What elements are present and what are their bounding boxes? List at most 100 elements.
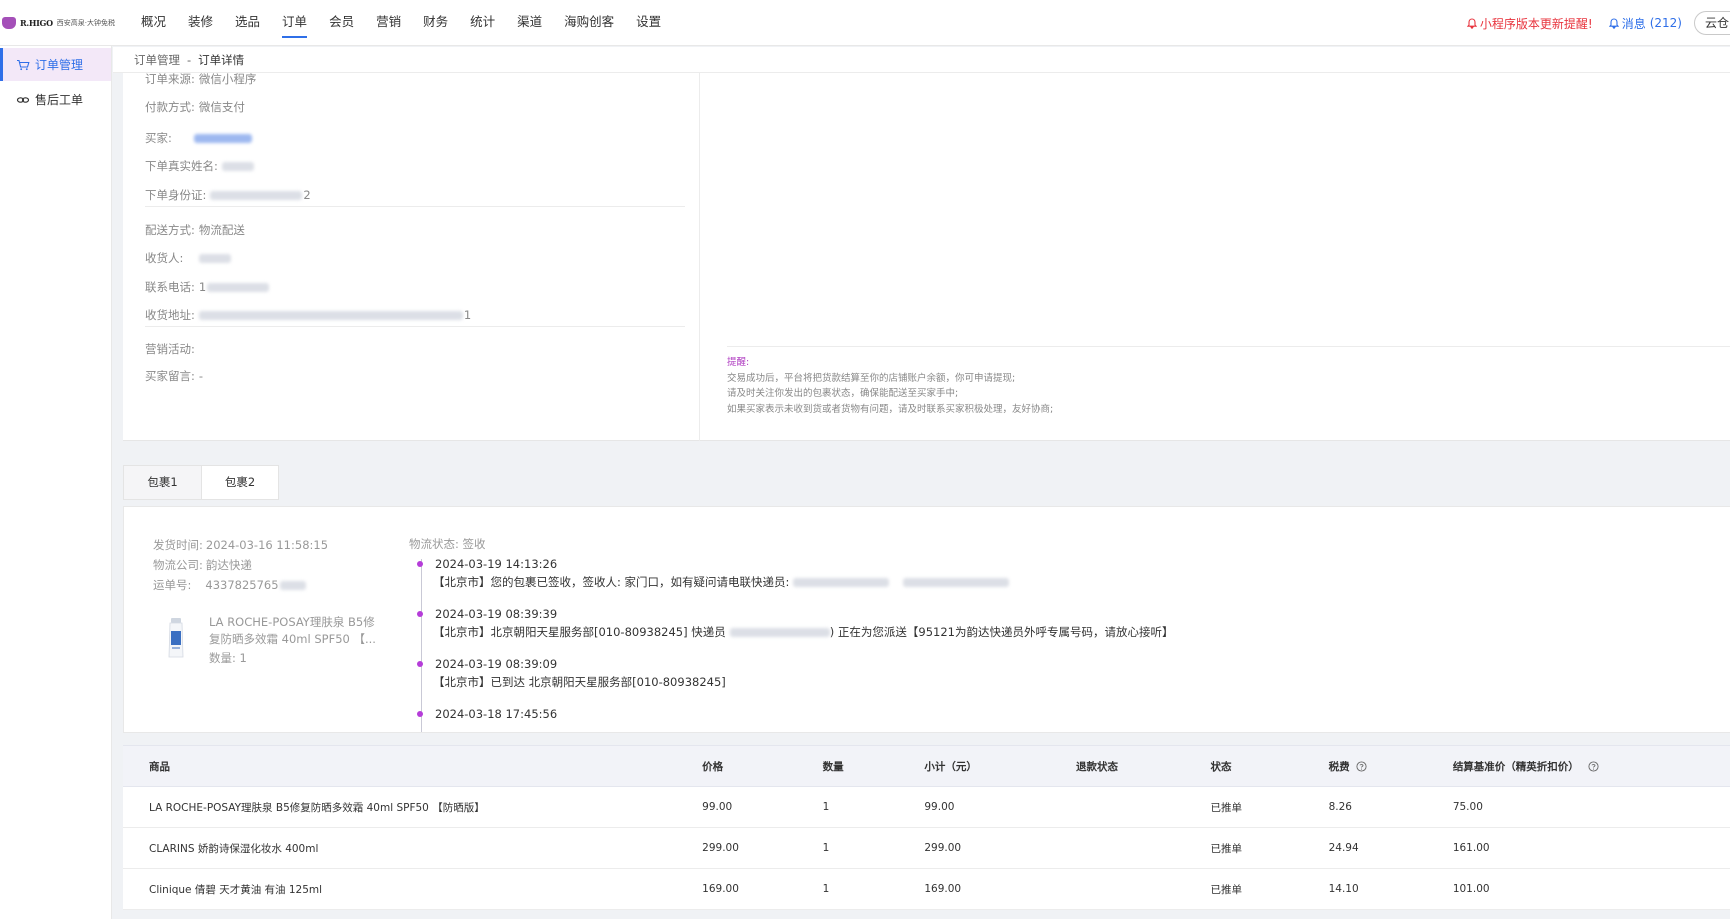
address-label: 收货地址: <box>145 308 195 322</box>
cell-price: 299.00 <box>702 827 823 869</box>
breadcrumb-parent[interactable]: 订单管理 <box>134 52 180 68</box>
timeline-event-time: 2024-03-19 08:39:39 <box>435 607 558 621</box>
logistics-company-label: 物流公司: <box>153 558 203 572</box>
cell-settlement-price: 75.00 <box>1452 786 1730 828</box>
timeline-event-text-tail: ) 正在为您派送【95121为韵达快递员外呼专属号码，请放心接听】 <box>829 625 1174 639</box>
payment-method-value: 微信支付 <box>198 100 245 114</box>
nav-item-creators[interactable]: 海购创客 <box>553 0 625 46</box>
help-icon[interactable] <box>1356 760 1367 772</box>
id-card-row: 下单身份证: 2 <box>145 187 311 203</box>
cell-status: 已推单 <box>1210 827 1329 869</box>
payment-method-row: 付款方式: 微信支付 <box>145 99 245 115</box>
address-tail: 1 <box>463 308 472 322</box>
nav-item-finance[interactable]: 财务 <box>412 0 459 46</box>
cell-status: 已推单 <box>1210 786 1329 828</box>
update-alert-link[interactable]: 小程序版本更新提醒! <box>1466 15 1593 32</box>
delivery-method-label: 配送方式: <box>145 223 195 237</box>
nav-item-marketing[interactable]: 营销 <box>365 0 412 46</box>
timeline-event-text-row: 【北京市】已到达 北京朝阳天星服务部[010-80938245] <box>433 674 726 690</box>
cell-refund-status <box>1076 786 1211 828</box>
column-header-settlement-label: 结算基准价（精英折扣价） <box>1452 760 1579 773</box>
address-redacted <box>198 310 463 320</box>
cell-price: 99.00 <box>702 786 823 828</box>
info-divider <box>145 326 685 327</box>
sidebar-item-after-sales[interactable]: 售后工单 <box>0 83 111 116</box>
nav-item-overview[interactable]: 概况 <box>130 0 177 46</box>
cell-subtotal: 99.00 <box>924 786 1077 828</box>
id-card-redacted <box>210 190 303 200</box>
buyer-row: 买家: <box>145 130 252 146</box>
nav-item-orders[interactable]: 订单 <box>271 0 318 46</box>
header-actions: 小程序版本更新提醒! 消息 (212) 云仓 <box>1466 0 1730 46</box>
messages-link[interactable]: 消息 (212) <box>1608 15 1682 32</box>
nav-item-members[interactable]: 会员 <box>318 0 365 46</box>
column-header-price: 价格 <box>702 745 823 787</box>
brand-logo[interactable]: R.HIGO 西安高泉·大钟免税 <box>0 16 130 29</box>
nav-item-decoration[interactable]: 装修 <box>177 0 224 46</box>
timeline-event-text-row: 【北京市】北京朝阳天星服务部[010-80938245] 快递员 ) 正在为您派… <box>433 624 1174 640</box>
package-product-quantity: 数量: 1 <box>209 651 247 665</box>
tab-package-2[interactable]: 包裹2 <box>201 466 278 499</box>
real-name-row: 下单真实姓名: <box>145 158 254 174</box>
order-source-row: 订单来源: 微信小程序 <box>145 71 256 87</box>
timeline-event-text: 【北京市】已到达 北京朝阳天星服务部[010-80938245] <box>433 675 726 689</box>
phone-head: 1 <box>198 280 207 294</box>
timeline-dot <box>417 611 423 617</box>
nav-item-channels[interactable]: 渠道 <box>506 0 553 46</box>
cell-quantity: 1 <box>822 786 925 828</box>
cell-settlement-price: 101.00 <box>1452 868 1730 910</box>
cell-product[interactable]: CLARINS 娇韵诗保湿化妆水 400ml <box>123 827 703 869</box>
logistics-company-row: 物流公司: 韵达快递 <box>153 557 252 573</box>
table-header-row: 商品 价格 数量 小计（元） 退款状态 状态 税费 结算基准价（精英折扣价） <box>123 745 1730 787</box>
cell-tax: 14.10 <box>1328 868 1453 910</box>
delivery-method-value: 物流配送 <box>198 223 245 237</box>
receiver-row: 收货人: <box>145 250 232 266</box>
breadcrumb-current: 订单详情 <box>198 52 245 67</box>
cell-price: 169.00 <box>702 868 823 910</box>
tab-package-1[interactable]: 包裹1 <box>124 466 201 499</box>
nav-item-settings[interactable]: 设置 <box>625 0 672 46</box>
reminder-line: 请及时关注你发出的包裹状态，确保能配送至买家手中; <box>727 388 959 399</box>
real-name-label: 下单真实姓名: <box>145 159 218 173</box>
buyer-message-label: 买家留言: <box>145 369 195 383</box>
bell-icon <box>1466 17 1477 29</box>
sidebar-item-label: 订单管理 <box>35 58 84 72</box>
order-goods-table: 商品 价格 数量 小计（元） 退款状态 状态 税费 结算基准价（精英折扣价） L… <box>123 745 1730 910</box>
info-divider <box>145 206 685 207</box>
receiver-redacted <box>199 253 232 263</box>
column-header-settlement-price: 结算基准价（精英折扣价） <box>1452 745 1730 787</box>
id-card-label: 下单身份证: <box>145 188 207 202</box>
buyer-name-redacted[interactable] <box>193 133 252 143</box>
message-bell-icon <box>1608 17 1619 29</box>
column-header-product: 商品 <box>123 745 703 787</box>
courier-info-redacted <box>903 577 1010 587</box>
courier-info-redacted <box>793 577 890 587</box>
sidebar: 订单管理 售后工单 <box>0 46 112 919</box>
reminder-line: 交易成功后，平台将把货款结算至你的店铺账户余额，你可申请提现; <box>727 372 1016 384</box>
timeline-event-time: 2024-03-18 17:45:56 <box>435 707 558 721</box>
receiver-label: 收货人: <box>145 251 184 265</box>
timeline-dot <box>417 661 423 667</box>
cell-tax: 24.94 <box>1328 827 1453 869</box>
cell-product[interactable]: Clinique 倩碧 天才黄油 有油 125ml <box>123 868 703 910</box>
reminder-line: 如果买家表示未收到货或者货物有问题，请及时联系买家积极处理，友好协商; <box>727 403 1054 415</box>
table-row: CLARINS 娇韵诗保湿化妆水 400ml 299.00 1 299.00 已… <box>123 827 1730 869</box>
package-product-name[interactable]: LA ROCHE-POSAY理肤泉 B5修复防晒多效霜 40ml SPF50 【… <box>209 614 377 648</box>
nav-item-statistics[interactable]: 统计 <box>459 0 506 46</box>
cell-product[interactable]: LA ROCHE-POSAY理肤泉 B5修复防晒多效霜 40ml SPF50 【… <box>123 786 703 828</box>
sidebar-item-order-management[interactable]: 订单管理 <box>0 48 111 81</box>
timeline-event-text: 【北京市】北京朝阳天星服务部[010-80938245] 快递员 <box>433 625 726 639</box>
cloud-warehouse-button[interactable]: 云仓 <box>1694 11 1730 35</box>
buyer-label: 买家: <box>145 131 172 145</box>
cart-icon <box>17 59 30 70</box>
timeline-event-time: 2024-03-19 14:13:26 <box>435 557 558 571</box>
help-icon[interactable] <box>1588 760 1600 772</box>
cell-quantity: 1 <box>822 868 925 910</box>
reminder-box: 提醒: 交易成功后，平台将把货款结算至你的店铺账户余额，你可申请提现; 请及时关… <box>727 346 1730 417</box>
nav-item-products[interactable]: 选品 <box>224 0 271 46</box>
logistics-company-value: 韵达快递 <box>205 558 252 572</box>
cell-subtotal: 299.00 <box>924 827 1077 869</box>
id-card-tail: 2 <box>303 188 311 202</box>
buyer-message-value: - <box>198 369 204 383</box>
logo-sub-text: 西安高泉·大钟免税 <box>56 18 115 27</box>
